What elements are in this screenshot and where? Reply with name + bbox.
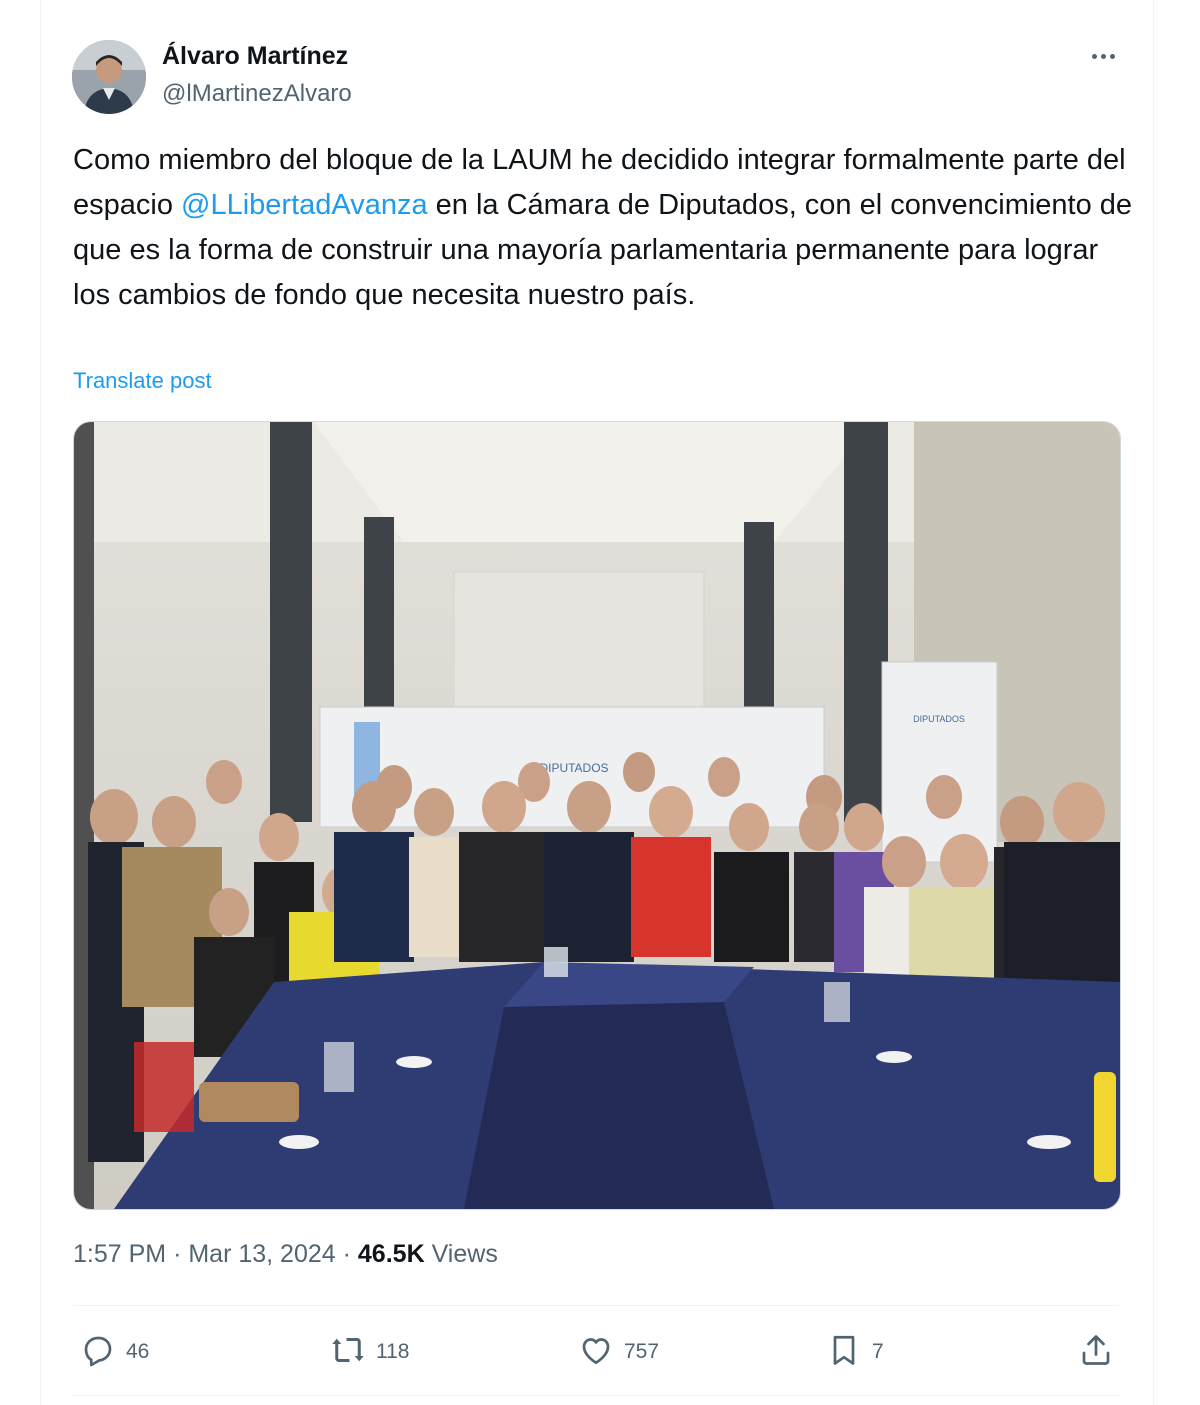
bookmark-icon — [826, 1332, 862, 1373]
reply-count: 46 — [126, 1340, 150, 1363]
reply-button[interactable]: 46 — [80, 1330, 149, 1374]
like-button[interactable]: 757 — [578, 1330, 659, 1374]
tweet-meta: 1:57 PM · Mar 13, 2024 · 46.5K Views — [73, 1240, 498, 1269]
views-count: 46.5K — [357, 1240, 425, 1268]
share-icon — [1078, 1332, 1114, 1373]
meta-separator: · — [342, 1240, 351, 1268]
repost-icon — [330, 1332, 366, 1373]
tweet-time[interactable]: 1:57 PM — [73, 1240, 166, 1268]
author-name[interactable]: Álvaro Martínez — [162, 42, 348, 71]
author-avatar[interactable] — [72, 40, 146, 114]
reply-icon — [80, 1332, 116, 1373]
repost-button[interactable]: 118 — [330, 1330, 409, 1374]
repost-count: 118 — [376, 1340, 410, 1363]
like-icon — [578, 1332, 614, 1373]
share-button[interactable] — [1078, 1330, 1114, 1374]
tweet-photo[interactable]: DIPUTADOS DIPUTADOS — [73, 421, 1121, 1210]
bookmark-button[interactable]: 7 — [826, 1330, 884, 1374]
author-handle[interactable]: @lMartinezAlvaro — [162, 80, 352, 108]
side-banner-text: DIPUTADOS — [913, 714, 965, 724]
divider-bottom — [73, 1395, 1119, 1396]
backdrop-text: DIPUTADOS — [539, 761, 608, 775]
tweet-text: Como miembro del bloque de la LAUM he de… — [73, 138, 1133, 318]
bookmark-count: 7 — [872, 1340, 884, 1363]
tweet-date[interactable]: Mar 13, 2024 — [188, 1240, 335, 1268]
translate-post-link[interactable]: Translate post — [73, 368, 212, 394]
meta-separator: · — [173, 1240, 182, 1268]
mention-link[interactable]: @LLibertadAvanza — [181, 189, 428, 221]
views-label: Views — [431, 1240, 498, 1268]
more-icon[interactable] — [1086, 44, 1122, 68]
divider-top — [73, 1305, 1119, 1306]
like-count: 757 — [624, 1340, 660, 1363]
